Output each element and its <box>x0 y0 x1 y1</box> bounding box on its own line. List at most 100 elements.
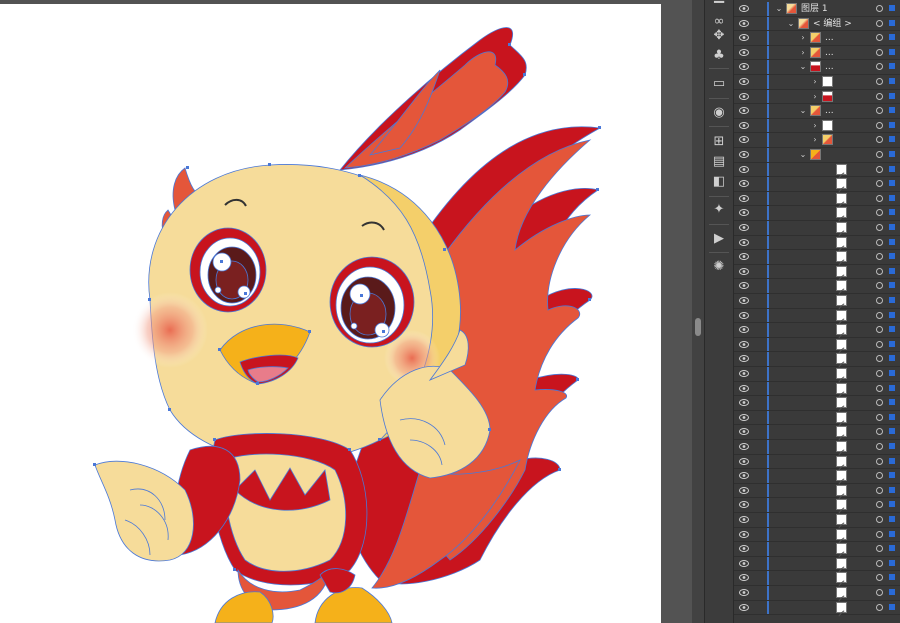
visibility-eye-icon[interactable] <box>739 399 749 407</box>
selection-indicator[interactable] <box>889 297 895 303</box>
visibility-eye-icon[interactable] <box>739 559 749 567</box>
chevron-down-icon[interactable]: ⌄ <box>798 61 808 73</box>
visibility-eye-icon[interactable] <box>739 238 749 246</box>
target-circle-icon[interactable] <box>876 282 883 290</box>
visibility-eye-icon[interactable] <box>739 5 749 12</box>
selection-indicator[interactable] <box>889 19 895 26</box>
target-circle-icon[interactable] <box>876 457 883 465</box>
path-row[interactable] <box>734 513 900 529</box>
target-circle-icon[interactable] <box>876 224 883 231</box>
path-row[interactable] <box>734 235 900 252</box>
rectangle-panel-icon[interactable]: ▭ <box>709 74 729 94</box>
sublayer-row[interactable]: › <box>734 118 900 134</box>
chevron-right-icon[interactable]: › <box>810 76 820 88</box>
selection-indicator[interactable] <box>889 194 895 201</box>
sublayer-row[interactable]: ›... <box>734 45 900 61</box>
path-row[interactable] <box>734 425 900 441</box>
selection-indicator[interactable] <box>889 589 895 595</box>
visibility-eye-icon[interactable] <box>739 136 749 144</box>
selection-indicator[interactable] <box>889 253 895 260</box>
visibility-eye-icon[interactable] <box>739 19 749 27</box>
layer-name[interactable]: < 编组 > <box>813 17 852 31</box>
target-circle-icon[interactable] <box>876 92 883 100</box>
target-circle-icon[interactable] <box>876 516 883 523</box>
selection-indicator[interactable] <box>889 486 895 493</box>
visibility-eye-icon[interactable] <box>739 151 749 158</box>
visibility-eye-icon[interactable] <box>739 194 749 202</box>
target-circle-icon[interactable] <box>876 340 883 348</box>
magic-wand-icon[interactable]: ✦ <box>709 200 729 220</box>
brightness-icon[interactable]: ✺ <box>709 257 729 277</box>
visibility-eye-icon[interactable] <box>739 472 749 480</box>
layer-name[interactable]: ... <box>825 60 834 74</box>
target-circle-icon[interactable] <box>876 399 883 407</box>
path-row[interactable] <box>734 191 900 208</box>
selection-indicator[interactable] <box>889 399 895 406</box>
selection-indicator[interactable] <box>889 428 895 435</box>
visibility-eye-icon[interactable] <box>739 501 749 509</box>
path-row[interactable] <box>734 396 900 412</box>
selection-indicator[interactable] <box>889 5 895 11</box>
path-row[interactable] <box>734 586 900 602</box>
chevron-down-icon[interactable]: ⌄ <box>798 149 808 161</box>
target-circle-icon[interactable] <box>876 501 883 509</box>
target-circle-icon[interactable] <box>876 355 883 363</box>
path-row[interactable] <box>734 162 900 179</box>
visibility-eye-icon[interactable] <box>739 267 749 275</box>
visibility-eye-icon[interactable] <box>739 297 749 304</box>
selection-indicator[interactable] <box>889 136 895 143</box>
path-row[interactable] <box>734 279 900 295</box>
path-row[interactable] <box>734 600 900 617</box>
selection-indicator[interactable] <box>889 574 895 581</box>
play-action-icon[interactable]: ▶ <box>709 229 729 249</box>
path-row[interactable] <box>734 542 900 558</box>
selection-indicator[interactable] <box>889 355 895 362</box>
visibility-eye-icon[interactable] <box>739 180 749 188</box>
target-circle-icon[interactable] <box>876 5 883 12</box>
target-circle-icon[interactable] <box>876 151 883 158</box>
selection-indicator[interactable] <box>889 472 895 479</box>
chevron-right-icon[interactable]: › <box>810 120 820 132</box>
path-row[interactable] <box>734 337 900 354</box>
target-circle-icon[interactable] <box>876 574 883 582</box>
selection-indicator[interactable] <box>889 501 895 508</box>
path-row[interactable] <box>734 469 900 485</box>
visibility-eye-icon[interactable] <box>739 370 749 377</box>
chevron-right-icon[interactable]: › <box>810 134 820 146</box>
path-row[interactable] <box>734 294 900 310</box>
selection-indicator[interactable] <box>889 340 895 347</box>
sublayer-row[interactable]: › <box>734 75 900 90</box>
target-circle-icon[interactable] <box>876 472 883 480</box>
selection-indicator[interactable] <box>889 457 895 464</box>
visibility-eye-icon[interactable] <box>739 589 749 596</box>
target-circle-icon[interactable] <box>876 443 883 450</box>
puppet-warp-icon[interactable]: ✥ <box>709 26 729 46</box>
target-circle-icon[interactable] <box>876 311 883 319</box>
layer-name[interactable]: ... <box>825 104 834 118</box>
sublayer-row[interactable]: ⌄ <box>734 148 900 163</box>
selection-indicator[interactable] <box>889 384 895 391</box>
path-row[interactable] <box>734 498 900 514</box>
target-circle-icon[interactable] <box>876 165 883 173</box>
target-circle-icon[interactable] <box>876 238 883 246</box>
visibility-eye-icon[interactable] <box>739 428 749 436</box>
path-row[interactable] <box>734 454 900 471</box>
chevron-right-icon[interactable]: › <box>810 91 820 103</box>
visibility-eye-icon[interactable] <box>739 282 749 290</box>
visibility-eye-icon[interactable] <box>739 545 749 553</box>
visibility-eye-icon[interactable] <box>739 603 749 611</box>
selection-indicator[interactable] <box>889 92 895 99</box>
visibility-eye-icon[interactable] <box>739 78 749 85</box>
visibility-eye-icon[interactable] <box>739 355 749 363</box>
phoenix-illustration[interactable] <box>0 0 692 623</box>
visibility-eye-icon[interactable] <box>739 34 749 42</box>
target-circle-icon[interactable] <box>876 486 883 494</box>
visibility-eye-icon[interactable] <box>739 165 749 173</box>
selection-indicator[interactable] <box>889 165 895 172</box>
pathfinder-icon[interactable]: ◧ <box>709 172 729 192</box>
target-circle-icon[interactable] <box>876 559 883 567</box>
target-circle-icon[interactable] <box>876 253 883 261</box>
selection-indicator[interactable] <box>889 443 895 449</box>
target-circle-icon[interactable] <box>876 48 883 56</box>
path-row[interactable] <box>734 440 900 456</box>
